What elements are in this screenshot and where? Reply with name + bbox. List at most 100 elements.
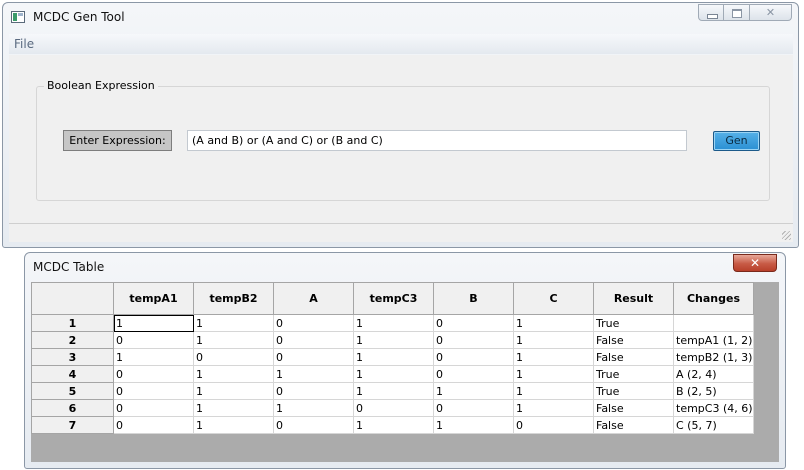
table-cell[interactable]: tempB2 (1, 3) xyxy=(673,348,754,366)
main-titlebar[interactable]: MCDC Gen Tool ✕ xyxy=(3,3,798,31)
table-cell[interactable]: 1 xyxy=(273,365,354,383)
table-cell[interactable]: 1 xyxy=(193,416,274,434)
table-header-row: tempA1 tempB2 A tempC3 B C Result Change… xyxy=(31,282,754,315)
table-cell[interactable]: 1 xyxy=(193,365,274,383)
table-cell[interactable]: 0 xyxy=(433,331,514,349)
table-cell[interactable]: True xyxy=(593,314,674,332)
gen-button[interactable]: Gen xyxy=(713,131,760,151)
table-cell[interactable]: tempA1 (1, 2) xyxy=(673,331,754,349)
table-cell[interactable]: 1 xyxy=(513,399,594,417)
column-header[interactable]: A xyxy=(273,282,354,315)
table-row: 1 1 1 0 1 0 1 True xyxy=(31,314,754,332)
table-cell[interactable]: 0 xyxy=(273,416,354,434)
boolean-expression-group: Boolean Expression Enter Expression: (A … xyxy=(36,79,770,201)
table-cell[interactable]: 1 xyxy=(353,331,434,349)
column-header[interactable]: Changes xyxy=(673,282,754,315)
table-cell[interactable]: 0 xyxy=(193,348,274,366)
main-window: MCDC Gen Tool ✕ File Boolean Expression … xyxy=(2,2,799,248)
table-cell[interactable]: 0 xyxy=(113,382,194,400)
resize-grip-icon[interactable] xyxy=(782,231,791,240)
table-row: 6 0 1 1 0 0 1 False tempC3 (4, 6) xyxy=(31,399,754,417)
maximize-icon xyxy=(732,9,742,18)
table-cell[interactable]: 0 xyxy=(113,331,194,349)
row-header[interactable]: 4 xyxy=(31,365,114,383)
table-row: 7 0 1 0 1 1 0 False C (5, 7) xyxy=(31,416,754,434)
table-cell[interactable]: 1 xyxy=(513,382,594,400)
menu-file[interactable]: File xyxy=(14,37,34,51)
table-close-button[interactable]: ✕ xyxy=(733,254,777,272)
table-cell[interactable]: 1 xyxy=(353,314,434,332)
table-row: 4 0 1 1 1 0 1 True A (2, 4) xyxy=(31,365,754,383)
row-header[interactable]: 3 xyxy=(31,348,114,366)
table-cell[interactable]: 1 xyxy=(513,365,594,383)
table-cell[interactable]: 0 xyxy=(273,382,354,400)
table-cell[interactable]: 0 xyxy=(273,314,354,332)
table-cell[interactable]: A (2, 4) xyxy=(673,365,754,383)
close-icon: ✕ xyxy=(765,6,776,19)
table-cell[interactable]: False xyxy=(593,416,674,434)
table-row: 2 0 1 0 1 0 1 False tempA1 (1, 2) xyxy=(31,331,754,349)
table-cell[interactable]: 1 xyxy=(513,331,594,349)
table-cell[interactable]: 0 xyxy=(273,331,354,349)
mcdc-table: tempA1 tempB2 A tempC3 B C Result Change… xyxy=(31,282,754,434)
table-cell[interactable]: 1 xyxy=(353,416,434,434)
table-cell[interactable]: 1 xyxy=(433,382,514,400)
table-cell[interactable]: 1 xyxy=(433,416,514,434)
table-cell[interactable]: 1 xyxy=(193,331,274,349)
table-cell[interactable]: B (2, 5) xyxy=(673,382,754,400)
menubar: File xyxy=(9,34,793,54)
table-cell[interactable]: 0 xyxy=(273,348,354,366)
table-cell[interactable]: 1 xyxy=(513,314,594,332)
table-cell[interactable]: 0 xyxy=(433,348,514,366)
table-cell[interactable]: 1 xyxy=(193,399,274,417)
table-cell[interactable]: C (5, 7) xyxy=(673,416,754,434)
row-header[interactable]: 2 xyxy=(31,331,114,349)
table-cell[interactable]: 1 xyxy=(113,348,194,366)
row-header[interactable]: 6 xyxy=(31,399,114,417)
column-header[interactable]: Result xyxy=(593,282,674,315)
maximize-button[interactable] xyxy=(724,4,750,21)
main-client-area: Boolean Expression Enter Expression: (A … xyxy=(9,55,793,242)
table-cell[interactable]: 0 xyxy=(113,416,194,434)
row-header[interactable]: 1 xyxy=(31,314,114,332)
table-cell[interactable]: 0 xyxy=(513,416,594,434)
table-cell[interactable]: 1 xyxy=(193,382,274,400)
column-header[interactable]: tempC3 xyxy=(353,282,434,315)
table-cell[interactable]: 0 xyxy=(113,365,194,383)
expression-input[interactable]: (A and B) or (A and C) or (B and C) xyxy=(187,130,687,151)
table-corner[interactable] xyxy=(31,282,114,315)
table-cell[interactable]: 1 xyxy=(273,399,354,417)
minimize-button[interactable] xyxy=(698,4,724,21)
table-cell[interactable]: 0 xyxy=(433,314,514,332)
table-cell[interactable]: False xyxy=(593,399,674,417)
table-cell[interactable] xyxy=(673,314,754,332)
table-cell[interactable]: 1 xyxy=(113,314,194,332)
table-cell[interactable]: 1 xyxy=(353,348,434,366)
app-icon xyxy=(11,11,25,23)
table-cell[interactable]: 1 xyxy=(513,348,594,366)
table-cell[interactable]: 0 xyxy=(433,365,514,383)
table-cell[interactable]: 1 xyxy=(193,314,274,332)
table-window-title: MCDC Table xyxy=(33,260,105,274)
column-header[interactable]: C xyxy=(513,282,594,315)
table-cell[interactable]: True xyxy=(593,365,674,383)
close-button[interactable]: ✕ xyxy=(750,4,792,21)
column-header[interactable]: tempA1 xyxy=(113,282,194,315)
table-row: 5 0 1 0 1 1 1 True B (2, 5) xyxy=(31,382,754,400)
row-header[interactable]: 7 xyxy=(31,416,114,434)
mcdc-grid: tempA1 tempB2 A tempC3 B C Result Change… xyxy=(31,282,779,462)
table-cell[interactable]: 0 xyxy=(113,399,194,417)
table-cell[interactable]: tempC3 (4, 6) xyxy=(673,399,754,417)
table-cell[interactable]: False xyxy=(593,348,674,366)
table-cell[interactable]: True xyxy=(593,382,674,400)
table-cell[interactable]: 0 xyxy=(353,399,434,417)
table-cell[interactable]: 0 xyxy=(433,399,514,417)
mcdc-table-window: MCDC Table ✕ tempA1 tempB2 A tempC3 B C … xyxy=(24,252,786,469)
window-title: MCDC Gen Tool xyxy=(33,10,125,24)
table-cell[interactable]: 1 xyxy=(353,365,434,383)
column-header[interactable]: B xyxy=(433,282,514,315)
row-header[interactable]: 5 xyxy=(31,382,114,400)
table-cell[interactable]: False xyxy=(593,331,674,349)
table-cell[interactable]: 1 xyxy=(353,382,434,400)
column-header[interactable]: tempB2 xyxy=(193,282,274,315)
